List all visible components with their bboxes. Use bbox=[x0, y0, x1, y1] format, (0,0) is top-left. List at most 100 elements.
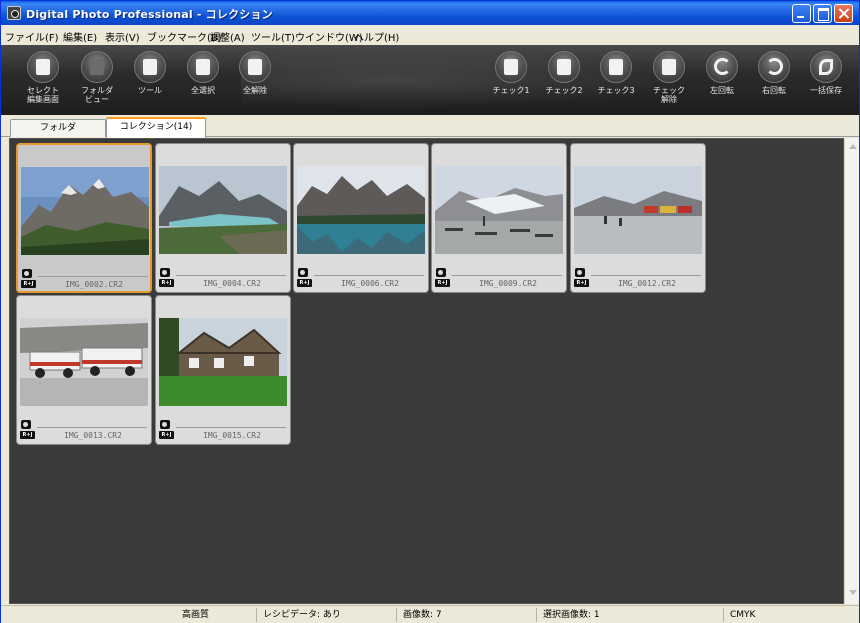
rotate-left-button[interactable]: 左回転 bbox=[697, 51, 747, 95]
status-selected-count: 選択画像数: 1 bbox=[536, 608, 721, 622]
batch-save-icon bbox=[810, 51, 842, 83]
status-image-count: 画像数: 7 bbox=[396, 608, 531, 622]
batch-save-button[interactable]: 一括保存 bbox=[801, 51, 851, 95]
tab-folder[interactable]: フォルダ bbox=[10, 119, 106, 137]
thumbnail-rule bbox=[591, 275, 701, 276]
scroll-down-icon[interactable] bbox=[846, 586, 859, 600]
app-icon[interactable] bbox=[7, 6, 21, 20]
menu-window[interactable]: ウインドウ(W) bbox=[295, 29, 363, 44]
folder-view-icon bbox=[81, 51, 113, 83]
thumbnail-item[interactable]: R+J IMG_0009.CR2 bbox=[431, 143, 567, 293]
thumbnail-item[interactable]: R+J IMG_0004.CR2 bbox=[155, 143, 291, 293]
thumbnail-item[interactable]: R+J IMG_0012.CR2 bbox=[570, 143, 706, 293]
toolbar: セレクト 編集画面 フォルダ ビュー ツール 全選択 全解除 チェック1 チェッ… bbox=[1, 45, 859, 115]
status-color-mode: CMYK bbox=[723, 608, 853, 622]
thumbnail-item[interactable]: R+J IMG_0013.CR2 bbox=[16, 295, 152, 445]
status-bar: 高画質 レシピデータ: あり 画像数: 7 選択画像数: 1 CMYK bbox=[1, 605, 859, 623]
check-clear-label: チェック 解除 bbox=[653, 86, 685, 104]
select-all-icon bbox=[187, 51, 219, 83]
menu-help[interactable]: ヘルプ(H) bbox=[354, 29, 399, 44]
thumbnail-image bbox=[21, 167, 149, 255]
check-clear-button[interactable]: チェック 解除 bbox=[644, 51, 694, 104]
thumbnail-item[interactable]: R+J IMG_0002.CR2 bbox=[16, 143, 152, 293]
window-title: Digital Photo Professional - コレクション bbox=[26, 8, 273, 21]
application-window: Digital Photo Professional - コレクション ファイル… bbox=[0, 0, 860, 623]
thumbnail-rule bbox=[38, 276, 148, 277]
menu-edit[interactable]: 編集(E) bbox=[63, 29, 97, 44]
check1-button[interactable]: チェック1 bbox=[486, 51, 536, 95]
rotate-right-icon bbox=[758, 51, 790, 83]
menu-adjust[interactable]: 調整(A) bbox=[210, 29, 245, 44]
select-edit-icon bbox=[27, 51, 59, 83]
title-bar[interactable]: Digital Photo Professional - コレクション bbox=[1, 1, 859, 25]
deselect-all-label: 全解除 bbox=[243, 86, 267, 95]
select-edit-button[interactable]: セレクト 編集画面 bbox=[18, 51, 68, 104]
check-clear-icon bbox=[653, 51, 685, 83]
check2-icon bbox=[548, 51, 580, 83]
thumbnail-image bbox=[297, 166, 425, 254]
rotate-left-icon bbox=[706, 51, 738, 83]
camera-badge-icon: R+J bbox=[20, 420, 35, 442]
camera-badge-icon: R+J bbox=[159, 268, 174, 290]
tool-label: ツール bbox=[138, 86, 162, 95]
vertical-scrollbar[interactable] bbox=[844, 138, 859, 604]
rotate-right-label: 右回転 bbox=[762, 86, 786, 95]
thumbnail-image bbox=[574, 166, 702, 254]
menu-view[interactable]: 表示(V) bbox=[105, 29, 140, 44]
check1-icon bbox=[495, 51, 527, 83]
folder-view-label: フォルダ ビュー bbox=[81, 86, 113, 104]
thumbnail-item[interactable]: R+J IMG_0006.CR2 bbox=[293, 143, 429, 293]
thumbnail-filename: IMG_0013.CR2 bbox=[64, 431, 122, 440]
thumbnail-filename: IMG_0004.CR2 bbox=[203, 279, 261, 288]
thumbnail-filename: IMG_0015.CR2 bbox=[203, 431, 261, 440]
rotate-left-label: 左回転 bbox=[710, 86, 734, 95]
menu-tools[interactable]: ツール(T) bbox=[251, 29, 295, 44]
tab-bar: フォルダ コレクション(14) bbox=[1, 115, 859, 138]
minimize-button[interactable] bbox=[792, 4, 811, 23]
thumbnail-rule bbox=[176, 427, 286, 428]
check3-button[interactable]: チェック3 bbox=[591, 51, 641, 95]
thumbnail-item[interactable]: R+J IMG_0015.CR2 bbox=[155, 295, 291, 445]
thumbnail-rule bbox=[176, 275, 286, 276]
thumbnail-image bbox=[20, 318, 148, 406]
tab-collection[interactable]: コレクション(14) bbox=[106, 117, 206, 138]
thumbnail-filename: IMG_0002.CR2 bbox=[65, 280, 123, 289]
check3-icon bbox=[600, 51, 632, 83]
folder-view-button[interactable]: フォルダ ビュー bbox=[72, 51, 122, 104]
deselect-all-button[interactable]: 全解除 bbox=[230, 51, 280, 95]
camera-badge-icon: R+J bbox=[297, 268, 312, 290]
thumbnail-rule bbox=[37, 427, 147, 428]
maximize-button[interactable] bbox=[813, 4, 832, 23]
camera-badge-icon: R+J bbox=[435, 268, 450, 290]
camera-badge-icon: R+J bbox=[159, 420, 174, 442]
thumbnail-filename: IMG_0009.CR2 bbox=[479, 279, 537, 288]
thumbnail-area[interactable]: R+J IMG_0002.CR2 R+J IMG_0004.CR2 R+J IM… bbox=[9, 138, 844, 604]
camera-badge-icon: R+J bbox=[21, 269, 36, 291]
check2-label: チェック2 bbox=[545, 86, 583, 95]
status-recipe: レシピデータ: あり bbox=[256, 608, 386, 622]
thumbnail-rule bbox=[314, 275, 424, 276]
batch-save-label: 一括保存 bbox=[810, 86, 842, 95]
select-edit-label: セレクト 編集画面 bbox=[27, 86, 59, 104]
status-quality: 高画質 bbox=[182, 610, 210, 620]
thumbnail-filename: IMG_0006.CR2 bbox=[341, 279, 399, 288]
select-all-button[interactable]: 全選択 bbox=[178, 51, 228, 95]
thumbnail-image bbox=[159, 166, 287, 254]
tool-button[interactable]: ツール bbox=[125, 51, 175, 95]
rotate-right-button[interactable]: 右回転 bbox=[749, 51, 799, 95]
thumbnail-rule bbox=[452, 275, 562, 276]
check1-label: チェック1 bbox=[492, 86, 530, 95]
scroll-up-icon[interactable] bbox=[846, 140, 859, 154]
close-button[interactable] bbox=[834, 4, 853, 23]
thumbnail-image bbox=[159, 318, 287, 406]
check3-label: チェック3 bbox=[597, 86, 635, 95]
select-all-label: 全選択 bbox=[191, 86, 215, 95]
deselect-all-icon bbox=[239, 51, 271, 83]
check2-button[interactable]: チェック2 bbox=[539, 51, 589, 95]
status-empty bbox=[1, 608, 166, 622]
tool-icon bbox=[134, 51, 166, 83]
camera-badge-icon: R+J bbox=[574, 268, 589, 290]
thumbnail-filename: IMG_0012.CR2 bbox=[618, 279, 676, 288]
menu-file[interactable]: ファイル(F) bbox=[5, 29, 59, 44]
menu-bar: ファイル(F) 編集(E) 表示(V) ブックマーク(B) 調整(A) ツール(… bbox=[1, 25, 859, 45]
